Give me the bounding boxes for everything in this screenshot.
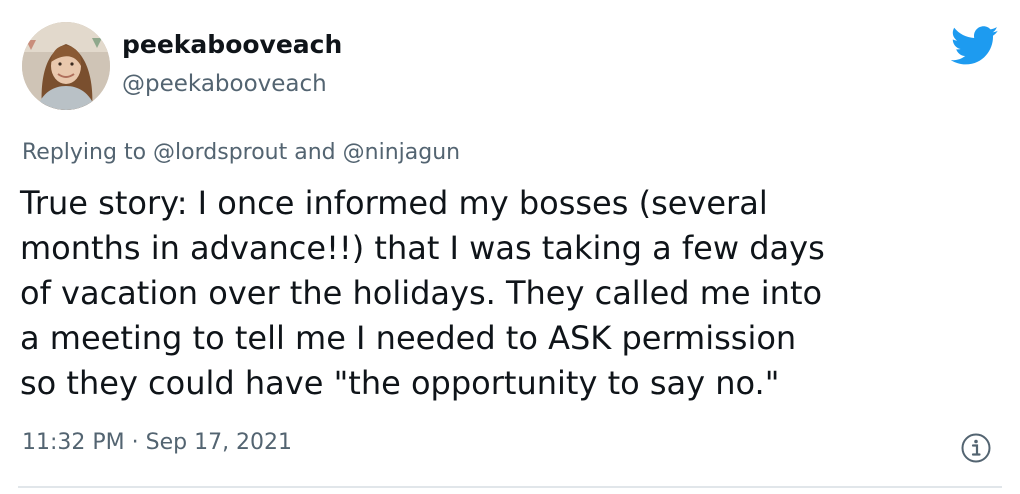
tweet-timestamp[interactable]: 11:32 PM · Sep 17, 2021 [22,430,292,455]
avatar[interactable] [22,22,110,110]
tweet-text-line: a meeting to tell me I needed to ASK per… [20,319,797,357]
tweet-text-line: of vacation over the holidays. They call… [20,274,823,312]
info-icon[interactable] [960,432,992,464]
replying-to-prefix: Replying to [22,140,147,165]
replying-to: Replying to @lordsprout and @ninjagun [22,140,460,165]
divider [18,486,1002,488]
mention-link-lordsprout[interactable]: @lordsprout [153,140,287,165]
tweet-card: peekabooveach @peekabooveach Replying to… [0,0,1020,494]
mention-link-ninjagun[interactable]: @ninjagun [343,140,460,165]
tweet-text-line: months in advance!!) that I was taking a… [20,229,825,267]
twitter-bird-icon[interactable] [951,26,999,66]
display-name[interactable]: peekabooveach [122,30,342,59]
tweet-text: True story: I once informed my bosses (s… [20,181,1005,406]
user-handle[interactable]: @peekabooveach [122,71,327,97]
tweet-text-line: so they could have "the opportunity to s… [20,364,780,402]
avatar-image [22,22,110,110]
replying-to-conjunction: and [294,140,336,165]
tweet-text-line: True story: I once informed my bosses (s… [20,184,768,222]
